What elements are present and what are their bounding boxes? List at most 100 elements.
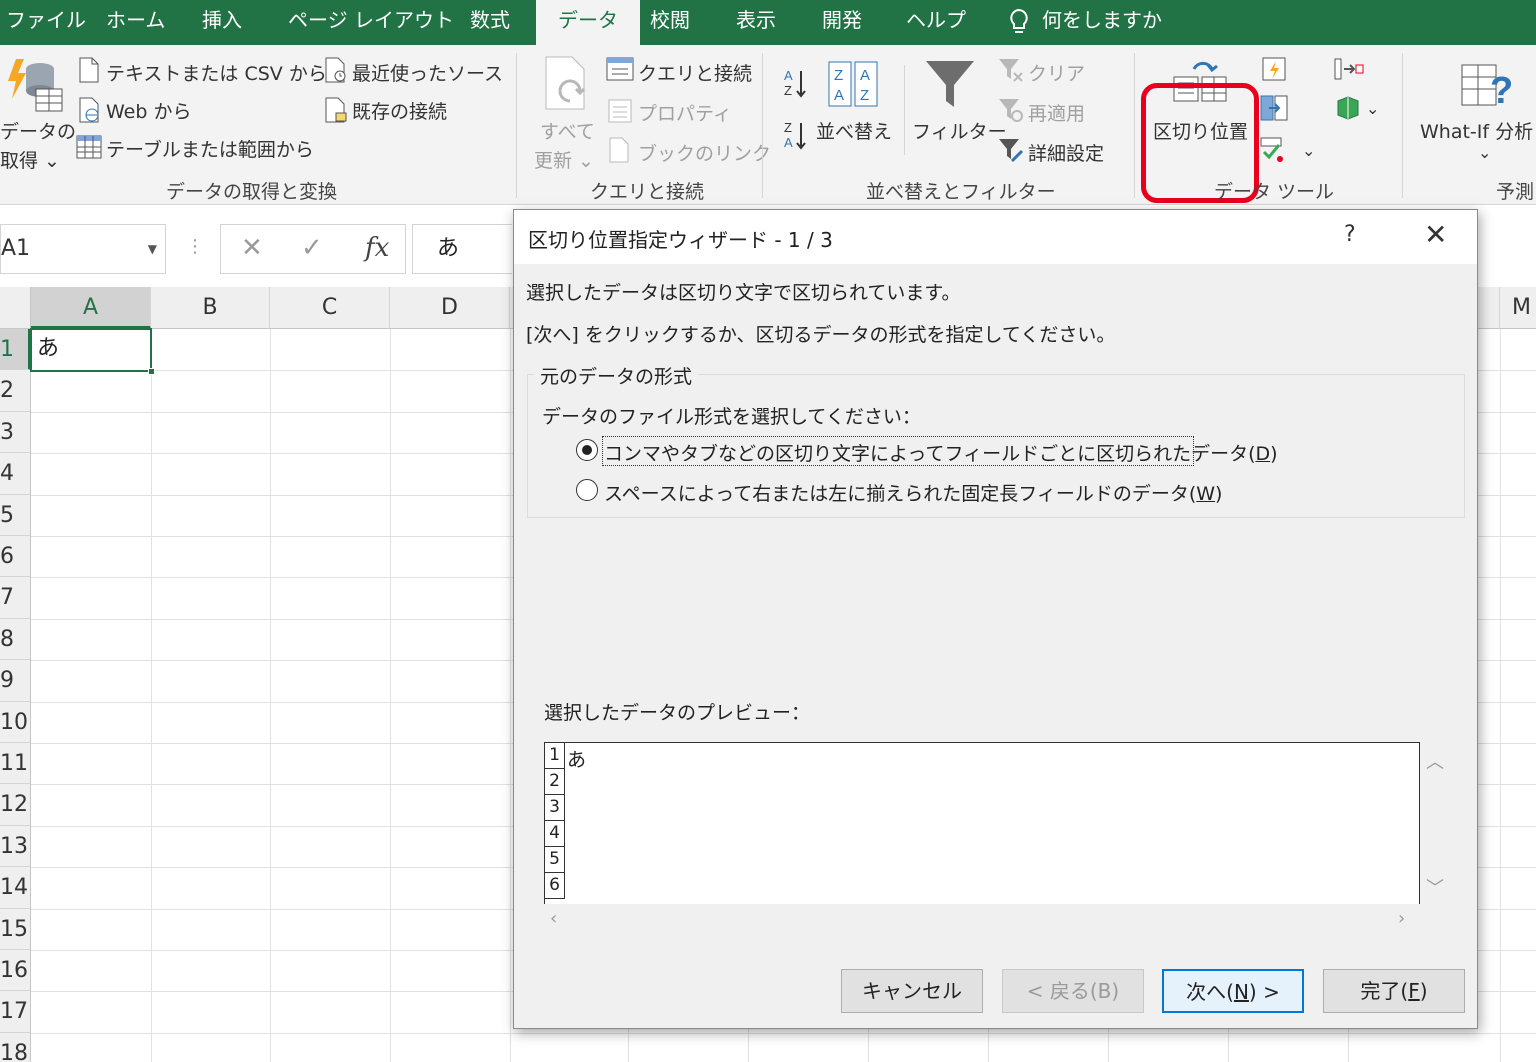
preview-row-number: 1 bbox=[545, 743, 565, 769]
svg-text:Z: Z bbox=[784, 83, 792, 98]
row-header[interactable]: 3 bbox=[0, 411, 31, 454]
filter-button[interactable]: フィルター bbox=[912, 117, 1007, 144]
row-header[interactable]: 8 bbox=[0, 618, 31, 661]
text-to-columns-wizard-dialog: 区切り位置指定ウィザード - 1 / 3 ? ✕ 選択したデータは区切り文字で区… bbox=[513, 209, 1478, 1029]
tab-developer[interactable]: 開発 bbox=[822, 0, 862, 45]
dialog-title-bar[interactable]: 区切り位置指定ウィザード - 1 / 3 ? ✕ bbox=[514, 210, 1477, 264]
radio-delimited[interactable] bbox=[576, 439, 598, 461]
option-fixed-width-label[interactable]: スペースによって右または左に揃えられた固定長フィールドのデータ(W) bbox=[604, 479, 1222, 506]
next-button[interactable]: 次へ(N) > bbox=[1162, 969, 1304, 1013]
scroll-left-icon[interactable]: ‹ bbox=[550, 908, 557, 929]
from-table-button[interactable]: テーブルまたは範囲から bbox=[106, 135, 314, 162]
tab-page-layout[interactable]: ページ レイアウト bbox=[288, 0, 454, 45]
group-label-forecast: 予測 bbox=[1496, 181, 1535, 203]
column-header-m[interactable]: M bbox=[1500, 287, 1536, 329]
row-header[interactable]: 16 bbox=[0, 950, 31, 992]
recent-sources-button[interactable]: 最近使ったソース bbox=[352, 59, 503, 86]
scroll-down-icon[interactable]: ﹀ bbox=[1426, 874, 1444, 900]
get-data-label-2: 取得 ⌄ bbox=[0, 150, 60, 172]
back-button[interactable]: < 戻る(B) bbox=[1002, 969, 1144, 1013]
name-box-value: A1 bbox=[1, 236, 31, 261]
row-header[interactable]: 7 bbox=[0, 577, 31, 619]
scroll-right-icon[interactable]: › bbox=[1398, 908, 1405, 929]
existing-connections-button[interactable]: 既存の接続 bbox=[352, 97, 447, 124]
row-header[interactable]: 5 bbox=[0, 494, 31, 536]
tab-file[interactable]: ファイル bbox=[6, 0, 86, 45]
cancel-button[interactable]: キャンセル bbox=[841, 969, 983, 1013]
option-delimited-text: コンマやタブなどの区切り文字によってフィールドごとに区切られたデータ( bbox=[604, 443, 1256, 465]
option-delimited-accesskey: D bbox=[1255, 443, 1271, 465]
preview-row-number: 3 bbox=[545, 795, 565, 821]
ribbon-separator bbox=[904, 65, 905, 155]
data-validation-icon bbox=[1260, 137, 1283, 162]
confirm-entry-icon[interactable]: ✓ bbox=[301, 233, 323, 263]
data-model-dropdown[interactable]: ⌄ bbox=[1366, 99, 1379, 118]
properties-icon bbox=[608, 99, 632, 123]
finish-button-pre: 完了( bbox=[1360, 979, 1409, 1003]
svg-text:A: A bbox=[784, 135, 793, 150]
tab-review[interactable]: 校閲 bbox=[650, 0, 690, 45]
column-header-b[interactable]: B bbox=[151, 287, 270, 329]
fill-handle[interactable] bbox=[148, 368, 155, 375]
row-header[interactable]: 10 bbox=[0, 701, 31, 743]
remove-duplicates-icon bbox=[1260, 95, 1288, 121]
column-header-c[interactable]: C bbox=[270, 287, 390, 329]
preview-label: 選択したデータのプレビュー： bbox=[544, 702, 811, 724]
text-csv-icon bbox=[79, 57, 99, 83]
column-header-d[interactable]: D bbox=[390, 287, 510, 329]
row-header[interactable]: 17 bbox=[0, 991, 31, 1033]
row-header[interactable]: 4 bbox=[0, 453, 31, 495]
advanced-button[interactable]: 詳細設定 bbox=[1028, 139, 1104, 166]
tell-me-search[interactable]: 何をしますか bbox=[1008, 0, 1162, 45]
column-header-a[interactable]: A bbox=[31, 287, 151, 329]
tab-view[interactable]: 表示 bbox=[736, 0, 776, 45]
data-validation-dropdown[interactable]: ⌄ bbox=[1302, 141, 1315, 160]
svg-text:A: A bbox=[784, 68, 793, 83]
row-header[interactable]: 18 bbox=[0, 1032, 31, 1062]
name-box[interactable]: A1 ▼ bbox=[0, 224, 166, 274]
refresh-all-label-2: 更新 ⌄ bbox=[534, 150, 594, 172]
row-header[interactable]: 12 bbox=[0, 784, 31, 826]
queries-connections-button[interactable]: クエリと接続 bbox=[638, 59, 752, 86]
formula-input[interactable]: あ bbox=[412, 224, 512, 274]
data-preview[interactable]: 1 2 3 4 5 6 あ bbox=[544, 742, 1420, 904]
row-header[interactable]: 6 bbox=[0, 536, 31, 578]
row-header[interactable]: 14 bbox=[0, 867, 31, 909]
insert-function-icon[interactable]: fx bbox=[365, 233, 389, 263]
tab-home[interactable]: ホーム bbox=[106, 0, 165, 45]
tab-insert[interactable]: 挿入 bbox=[202, 0, 242, 45]
intro-text-2: [次へ] をクリックするか、区切るデータの形式を指定してください。 bbox=[526, 324, 1116, 346]
what-if-dropdown[interactable]: ⌄ bbox=[1478, 143, 1491, 162]
row-header[interactable]: 2 bbox=[0, 370, 31, 412]
from-text-csv-button[interactable]: テキストまたは CSV から bbox=[106, 59, 327, 86]
row-header[interactable]: 1 bbox=[0, 329, 31, 371]
select-all-corner[interactable] bbox=[0, 287, 31, 329]
what-if-analysis-button[interactable]: What-If 分析 bbox=[1420, 117, 1533, 144]
row-header[interactable]: 13 bbox=[0, 825, 31, 868]
help-button[interactable]: ? bbox=[1344, 222, 1356, 247]
cancel-entry-icon[interactable]: ✕ bbox=[241, 233, 263, 263]
row-header[interactable]: 9 bbox=[0, 660, 31, 702]
tab-formulas[interactable]: 数式 bbox=[470, 0, 510, 45]
row-header[interactable]: 15 bbox=[0, 908, 31, 950]
tab-data[interactable]: データ bbox=[536, 0, 640, 45]
sort-icon: ZAAZ bbox=[828, 61, 878, 107]
ribbon-tab-bar: ファイル ホーム 挿入 ページ レイアウト 数式 データ 校閲 表示 開発 ヘル… bbox=[0, 0, 1536, 45]
get-data-button[interactable]: データの 取得 ⌄ bbox=[0, 117, 76, 173]
ribbon-separator bbox=[762, 53, 763, 198]
from-web-button[interactable]: Web から bbox=[106, 97, 191, 124]
row-header[interactable]: 11 bbox=[0, 743, 31, 785]
active-cell-a1[interactable]: あ bbox=[30, 328, 155, 375]
option-delimited-label[interactable]: コンマやタブなどの区切り文字によってフィールドごとに区切られたデータ(D) bbox=[604, 439, 1278, 466]
radio-fixed-width[interactable] bbox=[576, 479, 598, 501]
group-label-queries: クエリと接続 bbox=[590, 181, 705, 203]
sort-button[interactable]: 並べ替え bbox=[816, 117, 892, 144]
name-box-dropdown-icon[interactable]: ▼ bbox=[148, 225, 157, 273]
reapply-button: 再適用 bbox=[1028, 103, 1086, 125]
formula-bar-splitter[interactable]: ⋮ bbox=[186, 236, 204, 257]
ribbon-separator bbox=[516, 53, 517, 198]
close-icon[interactable]: ✕ bbox=[1424, 218, 1447, 251]
tab-help[interactable]: ヘルプ bbox=[906, 0, 966, 45]
finish-button[interactable]: 完了(F) bbox=[1323, 969, 1465, 1013]
scroll-up-icon[interactable]: ︿ bbox=[1426, 748, 1444, 774]
